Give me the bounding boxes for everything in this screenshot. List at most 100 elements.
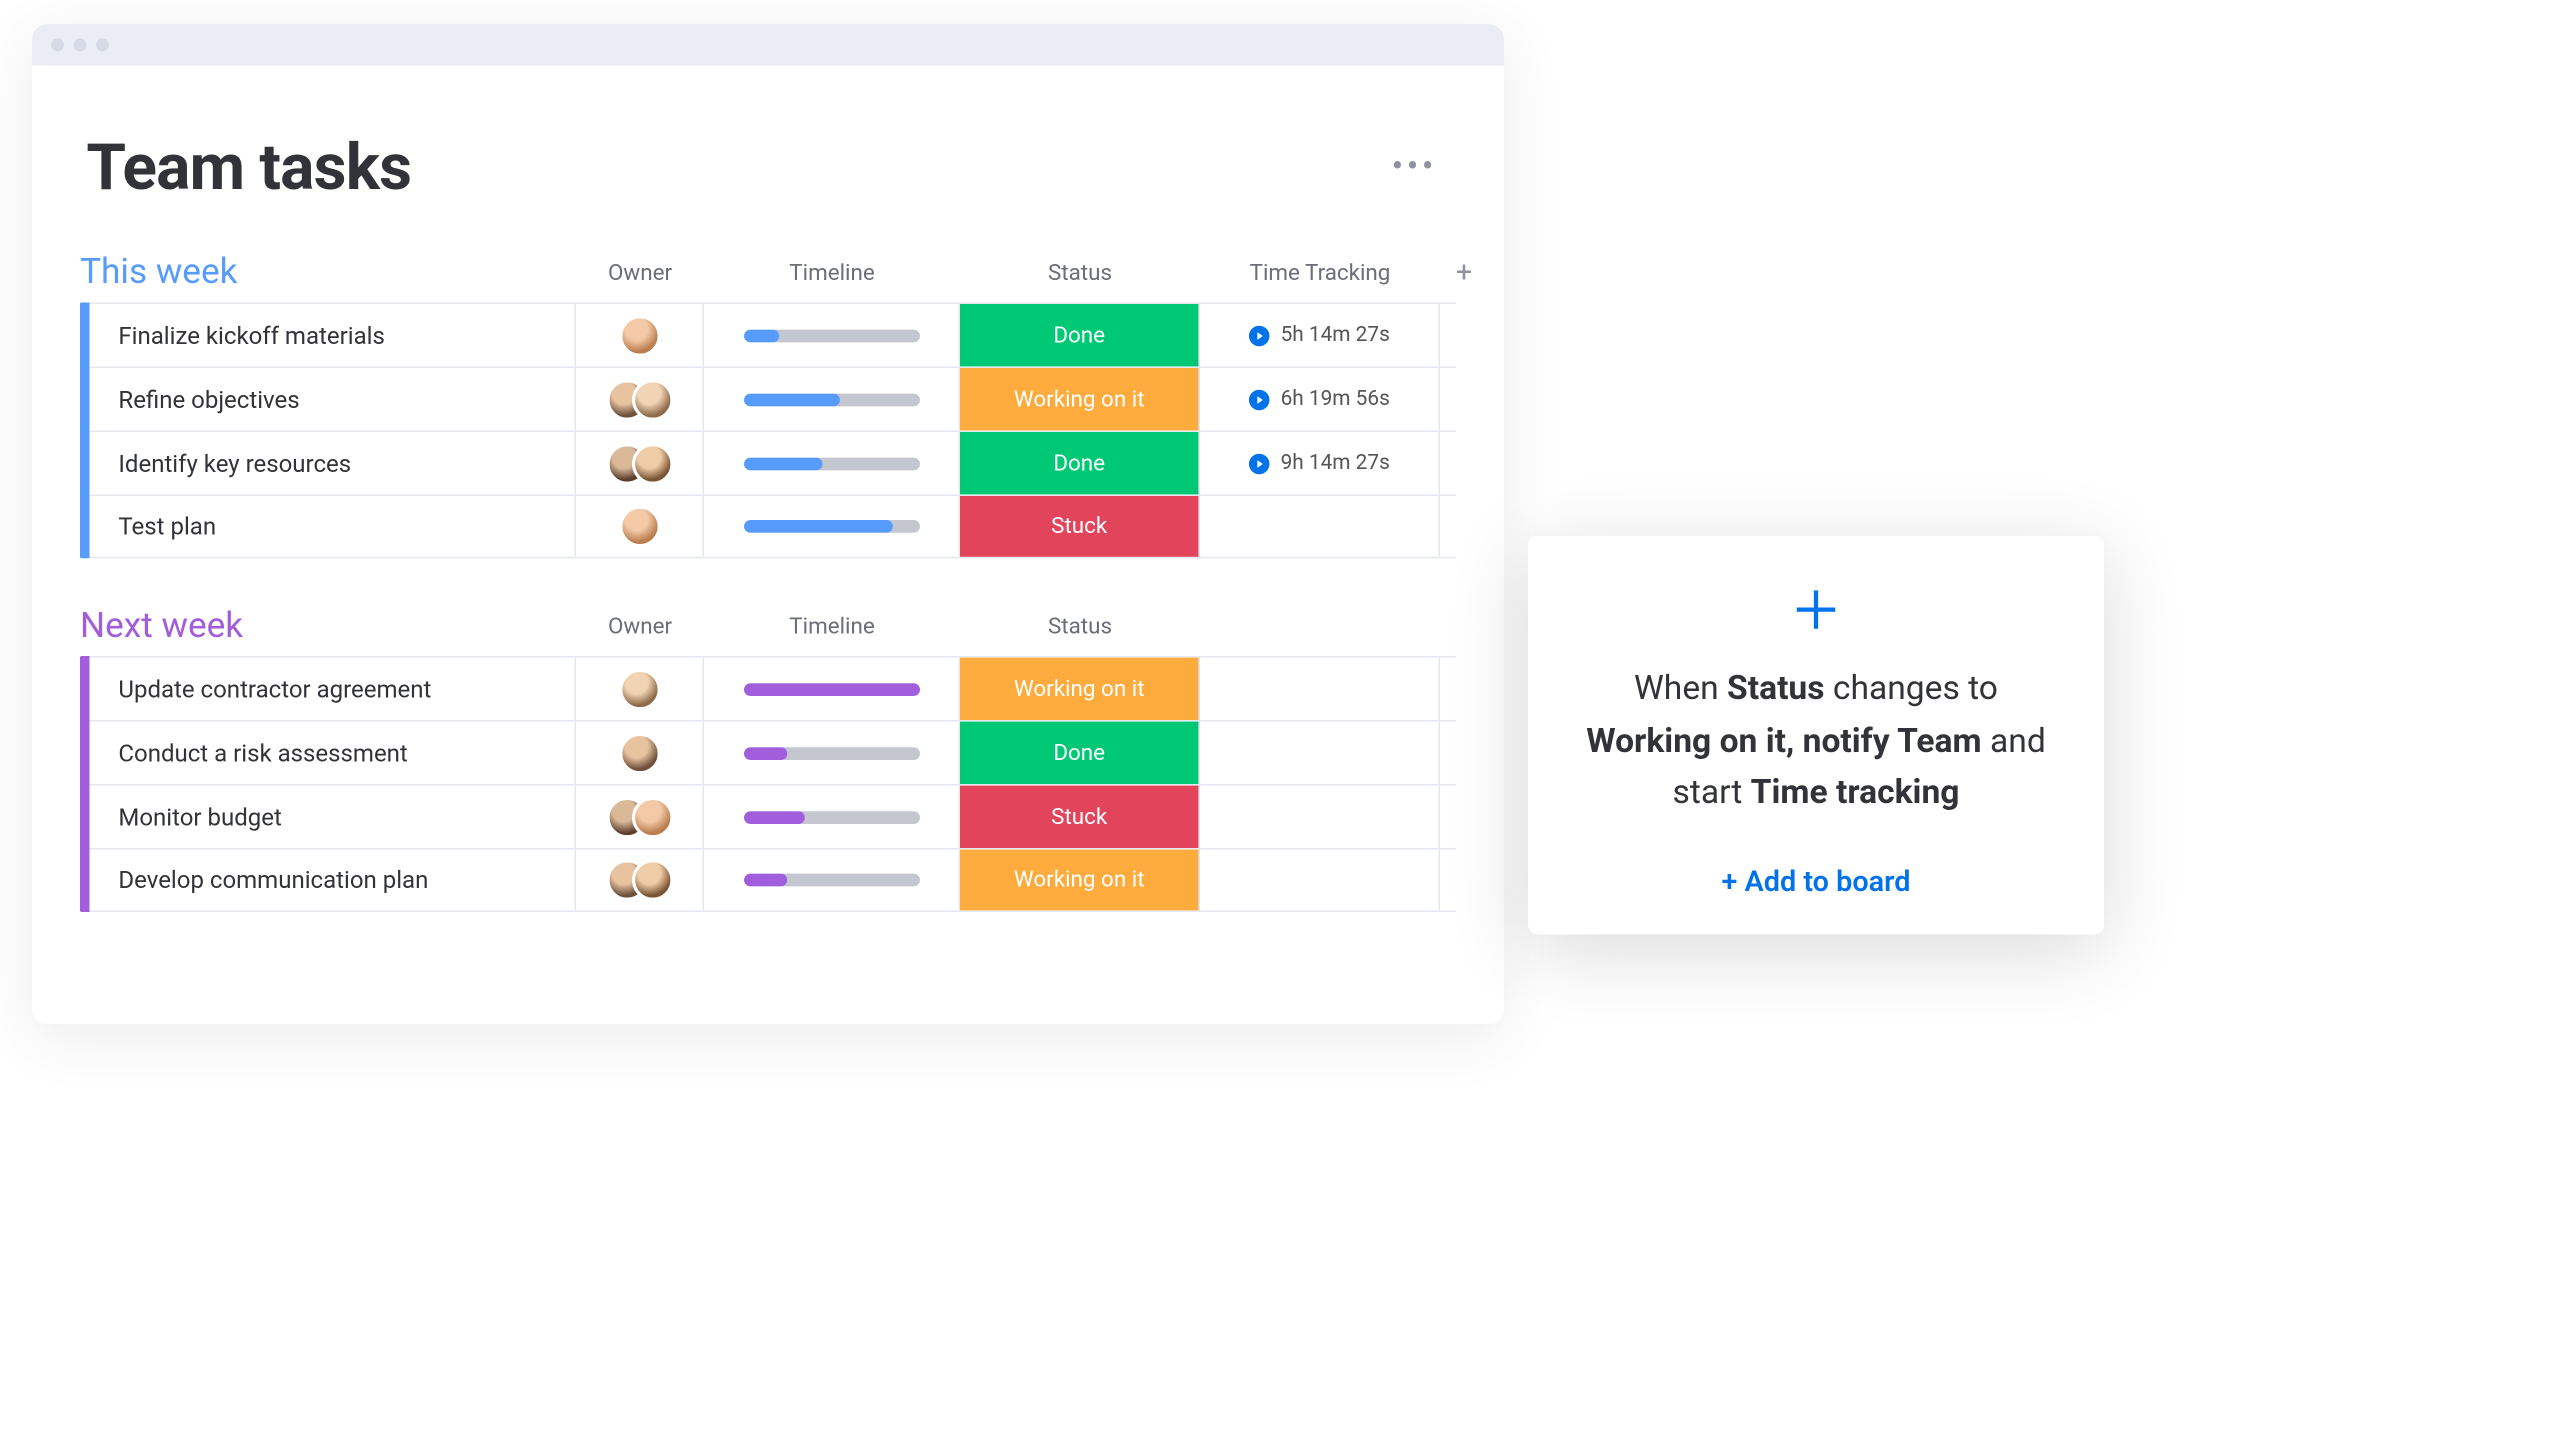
timeline-cell[interactable] (704, 786, 960, 848)
task-group: This week Owner Timeline Status Time Tra… (80, 253, 1456, 559)
column-header-owner[interactable]: Owner (576, 614, 704, 640)
add-column-button[interactable]: + (1440, 256, 1488, 290)
window-dot (74, 38, 87, 51)
owner-cell[interactable] (576, 304, 704, 366)
user-avatar[interactable] (618, 506, 660, 548)
empty-cell (1440, 368, 1488, 430)
user-avatar[interactable] (631, 859, 673, 901)
empty-cell (1440, 722, 1488, 784)
user-avatar[interactable] (631, 796, 673, 838)
column-header-timeline[interactable]: Timeline (704, 614, 960, 640)
empty-cell (1440, 432, 1488, 494)
empty-cell (1440, 658, 1488, 720)
time-tracking-cell[interactable]: 6h 19m 56s (1200, 368, 1440, 430)
table-row[interactable]: Update contractor agreement Working on i… (90, 656, 1456, 720)
time-tracking-cell[interactable] (1200, 658, 1440, 720)
status-cell[interactable]: Working on it (960, 850, 1200, 911)
task-name-cell[interactable]: Test plan (90, 496, 576, 557)
progress-bar (743, 457, 919, 470)
task-name-cell[interactable]: Finalize kickoff materials (90, 304, 576, 366)
task-table: Finalize kickoff materials Done 5h 14m 2… (80, 302, 1456, 558)
status-cell[interactable]: Done (960, 304, 1200, 366)
progress-bar (743, 329, 919, 342)
play-icon[interactable] (1249, 452, 1271, 474)
user-avatar[interactable] (631, 378, 673, 420)
user-avatar[interactable] (618, 668, 660, 710)
status-cell[interactable]: Done (960, 432, 1200, 494)
time-value: 6h 19m 56s (1281, 387, 1390, 411)
owner-cell[interactable] (576, 658, 704, 720)
column-header-owner[interactable]: Owner (576, 260, 704, 286)
task-name-cell[interactable]: Identify key resources (90, 432, 576, 494)
more-options-button[interactable]: ••• (1379, 141, 1450, 194)
timeline-cell[interactable] (704, 722, 960, 784)
task-name-cell[interactable]: Conduct a risk assessment (90, 722, 576, 784)
add-to-board-button[interactable]: + Add to board (1573, 865, 2059, 899)
task-group: Next week Owner Timeline Status Update c… (80, 606, 1456, 912)
window-dot (51, 38, 64, 51)
table-row[interactable]: Finalize kickoff materials Done 5h 14m 2… (90, 302, 1456, 366)
column-header-status[interactable]: Status (960, 260, 1200, 286)
empty-cell (1440, 496, 1488, 557)
task-name-cell[interactable]: Monitor budget (90, 786, 576, 848)
table-row[interactable]: Develop communication plan Working on it (90, 848, 1456, 912)
user-avatar[interactable] (618, 314, 660, 356)
time-tracking-cell[interactable]: 5h 14m 27s (1200, 304, 1440, 366)
time-tracking-cell[interactable] (1200, 786, 1440, 848)
progress-bar (743, 874, 919, 887)
empty-cell (1440, 850, 1488, 911)
time-tracking-cell[interactable]: 9h 14m 27s (1200, 432, 1440, 494)
owner-cell[interactable] (576, 432, 704, 494)
timeline-cell[interactable] (704, 304, 960, 366)
table-row[interactable]: Refine objectives Working on it 6h 19m 5… (90, 366, 1456, 430)
task-name-cell[interactable]: Refine objectives (90, 368, 576, 430)
table-row[interactable]: Monitor budget Stuck (90, 784, 1456, 848)
empty-cell (1440, 304, 1488, 366)
status-cell[interactable]: Working on it (960, 658, 1200, 720)
timeline-cell[interactable] (704, 368, 960, 430)
table-row[interactable]: Identify key resources Done 9h 14m 27s (90, 430, 1456, 494)
empty-cell (1440, 786, 1488, 848)
table-row[interactable]: Test plan Stuck (90, 494, 1456, 558)
status-cell[interactable]: Done (960, 722, 1200, 784)
owner-cell[interactable] (576, 722, 704, 784)
automation-modal: When Status changes to Working on it, no… (1528, 536, 2104, 934)
timeline-cell[interactable] (704, 432, 960, 494)
play-icon[interactable] (1249, 388, 1271, 410)
time-tracking-cell[interactable] (1200, 850, 1440, 911)
column-header-status[interactable]: Status (960, 614, 1200, 640)
progress-bar (743, 520, 919, 533)
timeline-cell[interactable] (704, 658, 960, 720)
group-title[interactable]: Next week (80, 606, 576, 646)
status-cell[interactable]: Stuck (960, 496, 1200, 557)
status-cell[interactable]: Working on it (960, 368, 1200, 430)
progress-bar (743, 682, 919, 695)
task-name-cell[interactable]: Update contractor agreement (90, 658, 576, 720)
table-row[interactable]: Conduct a risk assessment Done (90, 720, 1456, 784)
time-value: 9h 14m 27s (1281, 451, 1390, 475)
owner-cell[interactable] (576, 368, 704, 430)
owner-cell[interactable] (576, 496, 704, 557)
window-titlebar (32, 24, 1504, 66)
timeline-cell[interactable] (704, 850, 960, 911)
automation-description: When Status changes to Working on it, no… (1573, 664, 2059, 820)
group-title[interactable]: This week (80, 253, 576, 293)
progress-bar (743, 393, 919, 406)
status-cell[interactable]: Stuck (960, 786, 1200, 848)
timeline-cell[interactable] (704, 496, 960, 557)
plus-icon (1573, 584, 2059, 642)
time-value: 5h 14m 27s (1281, 323, 1390, 347)
time-tracking-cell[interactable] (1200, 722, 1440, 784)
progress-bar (743, 810, 919, 823)
owner-cell[interactable] (576, 850, 704, 911)
play-icon[interactable] (1249, 324, 1271, 346)
owner-cell[interactable] (576, 786, 704, 848)
user-avatar[interactable] (618, 732, 660, 774)
task-name-cell[interactable]: Develop communication plan (90, 850, 576, 911)
time-tracking-cell[interactable] (1200, 496, 1440, 557)
progress-bar (743, 746, 919, 759)
page-title: Team tasks (86, 130, 411, 205)
user-avatar[interactable] (631, 442, 673, 484)
column-header-timeline[interactable]: Timeline (704, 260, 960, 286)
column-header-time-tracking[interactable]: Time Tracking (1200, 260, 1440, 286)
